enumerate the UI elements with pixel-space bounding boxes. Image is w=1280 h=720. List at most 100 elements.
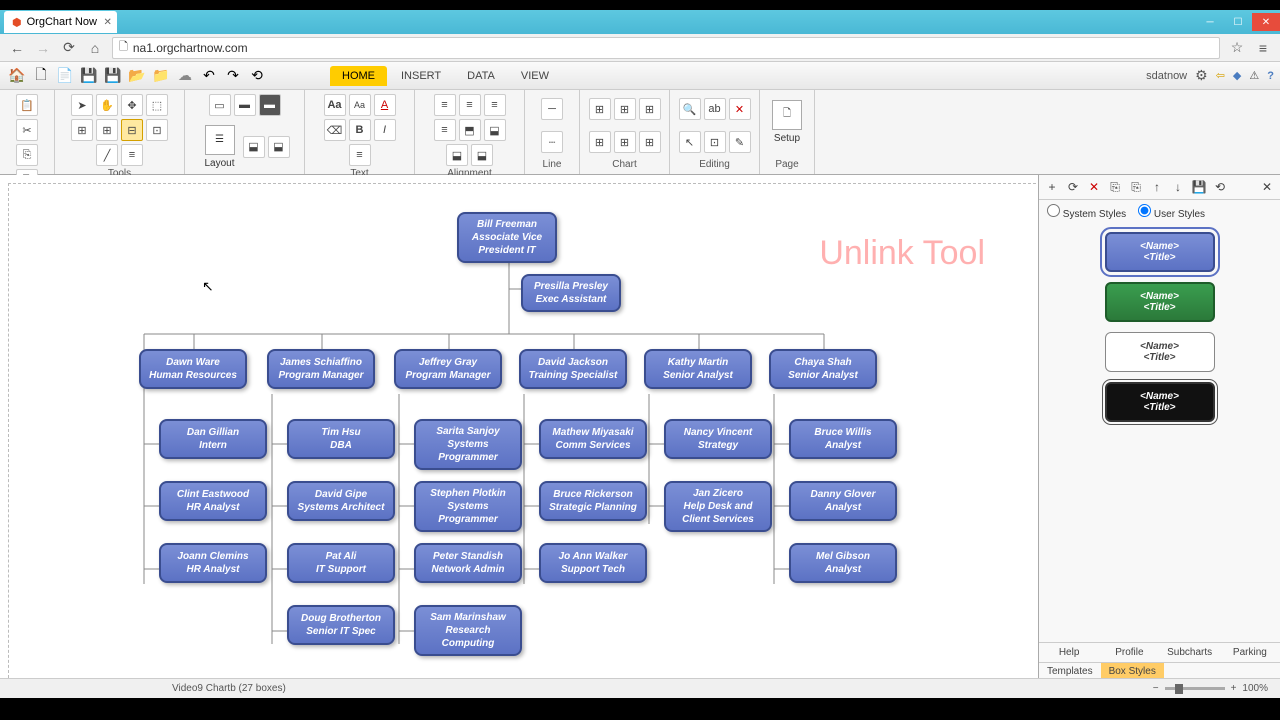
forward-button[interactable]: → — [34, 39, 52, 57]
save-style-button[interactable]: 💾 — [1190, 178, 1208, 196]
bookmark-icon[interactable]: ☆ — [1228, 39, 1246, 57]
align-center[interactable]: ≡ — [459, 94, 481, 116]
line-solid[interactable]: ─ — [541, 98, 563, 120]
close-panel-button[interactable]: ✕ — [1258, 178, 1276, 196]
page-setup-button[interactable]: 🗋 Setup — [767, 94, 807, 149]
tab-data[interactable]: DATA — [455, 66, 507, 86]
paste-button[interactable]: 📋 — [16, 94, 38, 116]
zoom-in-button[interactable]: + — [1231, 683, 1237, 694]
clear-format[interactable]: ⌫ — [324, 119, 346, 141]
org-box[interactable]: Tim HsuDBA — [287, 419, 395, 459]
zoom-slider[interactable] — [1165, 687, 1225, 690]
open-icon[interactable]: 📄 — [54, 65, 76, 87]
home-button[interactable]: ⌂ — [86, 39, 104, 57]
valign-just[interactable]: ⬓ — [471, 144, 493, 166]
org-box[interactable]: Bruce WillisAnalyst — [789, 419, 897, 459]
save-icon[interactable]: 💾 — [78, 65, 100, 87]
select-tool[interactable]: ⬚ — [146, 94, 168, 116]
copy-style-button[interactable]: ⎘ — [1106, 178, 1124, 196]
style-preview-white[interactable]: <Name><Title> — [1105, 332, 1215, 372]
org-box[interactable]: Presilla PresleyExec Assistant — [521, 274, 621, 312]
back-button[interactable]: ← — [8, 39, 26, 57]
save-as-icon[interactable]: 💾 — [102, 65, 124, 87]
alert-icon[interactable]: ⚠ — [1249, 69, 1259, 82]
down-style-button[interactable]: ↓ — [1169, 178, 1187, 196]
browser-menu-icon[interactable]: ≡ — [1254, 39, 1272, 57]
bold-button[interactable]: B — [349, 119, 371, 141]
org-box[interactable]: Jan ZiceroHelp Desk and Client Services — [664, 481, 772, 532]
tab-insert[interactable]: INSERT — [389, 66, 453, 86]
style-preview-black[interactable]: <Name><Title> — [1105, 382, 1215, 422]
add-style-button[interactable]: + — [1043, 178, 1061, 196]
home-icon[interactable]: 🏠 — [6, 65, 28, 87]
replace-button[interactable]: ab — [704, 98, 726, 120]
chart-style1[interactable]: ⊞ — [589, 98, 611, 120]
tab-help[interactable]: Help — [1039, 643, 1099, 662]
up-style-button[interactable]: ↑ — [1148, 178, 1166, 196]
copy-button[interactable]: ⎘ — [16, 144, 38, 166]
org-box[interactable]: Peter StandishNetwork Admin — [414, 543, 522, 583]
align-justify[interactable]: ≡ — [434, 119, 456, 141]
tab-profile[interactable]: Profile — [1099, 643, 1159, 662]
unlink-tool[interactable]: ⊟ — [121, 119, 143, 141]
pan-tool[interactable]: ✋ — [96, 94, 118, 116]
org-box[interactable]: Kathy MartinSenior Analyst — [644, 349, 752, 389]
user-styles-radio[interactable]: User Styles — [1138, 204, 1205, 220]
org-box[interactable]: Jo Ann WalkerSupport Tech — [539, 543, 647, 583]
zoom-out-button[interactable]: − — [1153, 683, 1159, 694]
org-box[interactable]: David JacksonTraining Specialist — [519, 349, 627, 389]
box-style2[interactable]: ▬ — [234, 94, 256, 116]
redo-icon[interactable]: ↷ — [222, 65, 244, 87]
org-box[interactable]: Clint EastwoodHR Analyst — [159, 481, 267, 521]
list-tool[interactable]: ≡ — [121, 144, 143, 166]
select-arrow[interactable]: ↖ — [679, 131, 701, 153]
close-window-button[interactable]: ✕ — [1252, 13, 1280, 31]
chart-style2[interactable]: ⊞ — [614, 98, 636, 120]
org-box[interactable]: Danny GloverAnalyst — [789, 481, 897, 521]
pointer-tool[interactable]: ➤ — [71, 94, 93, 116]
tab-view[interactable]: VIEW — [509, 66, 561, 86]
hier-tool[interactable]: ⊞ — [96, 119, 118, 141]
tab-subcharts[interactable]: Subcharts — [1160, 643, 1220, 662]
valign-bot[interactable]: ⬓ — [446, 144, 468, 166]
delete-button[interactable]: ✕ — [729, 98, 751, 120]
align-left[interactable]: ≡ — [434, 94, 456, 116]
align-bottom[interactable]: ⬓ — [243, 136, 265, 158]
tab-parking[interactable]: Parking — [1220, 643, 1280, 662]
pencil-tool[interactable]: ✎ — [729, 131, 751, 153]
reload-style-button[interactable]: ⟲ — [1211, 178, 1229, 196]
close-tab-icon[interactable]: ✕ — [104, 17, 112, 28]
org-box[interactable]: Dan GillianIntern — [159, 419, 267, 459]
refresh-style-button[interactable]: ⟳ — [1064, 178, 1082, 196]
delete-style-button[interactable]: ✕ — [1085, 178, 1103, 196]
org-box[interactable]: Jeffrey GrayProgram Manager — [394, 349, 502, 389]
org-box[interactable]: Joann CleminsHR Analyst — [159, 543, 267, 583]
style-preview-green[interactable]: <Name><Title> — [1105, 282, 1215, 322]
settings-icon[interactable]: ⚙ — [1195, 67, 1208, 84]
org-box[interactable]: Doug BrothertonSenior IT Spec — [287, 605, 395, 645]
org-box[interactable]: Sarita SanjoySystems Programmer — [414, 419, 522, 470]
url-input[interactable]: 🗋 na1.orgchartnow.com — [112, 37, 1220, 59]
new-icon[interactable]: 🗋 — [30, 65, 52, 87]
canvas[interactable]: Unlink Tool Bill FreemanAssociate Vice P… — [0, 175, 1038, 680]
cut-button[interactable]: ✂ — [16, 119, 38, 141]
chart-style6[interactable]: ⊞ — [639, 131, 661, 153]
refresh-icon[interactable]: ⟲ — [246, 65, 268, 87]
line-dash[interactable]: ┄ — [541, 131, 563, 153]
undo-icon[interactable]: ↶ — [198, 65, 220, 87]
box-style3[interactable]: ▬ — [259, 94, 281, 116]
chart-style5[interactable]: ⊞ — [614, 131, 636, 153]
org-box[interactable]: Chaya ShahSenior Analyst — [769, 349, 877, 389]
text-format[interactable]: ≡ — [349, 144, 371, 166]
help-icon[interactable]: ? — [1267, 70, 1274, 82]
org-box[interactable]: Dawn WareHuman Resources — [139, 349, 247, 389]
tab-home[interactable]: HOME — [330, 66, 387, 86]
font-color[interactable]: A — [374, 94, 396, 116]
folder-open-icon[interactable]: 📂 — [126, 65, 148, 87]
org-box[interactable]: Pat AliIT Support — [287, 543, 395, 583]
valign-top[interactable]: ⬒ — [459, 119, 481, 141]
org-box[interactable]: David GipeSystems Architect — [287, 481, 395, 521]
paste-style-button[interactable]: ⎘ — [1127, 178, 1145, 196]
folder-icon[interactable]: 📁 — [150, 65, 172, 87]
align-right[interactable]: ≡ — [484, 94, 506, 116]
